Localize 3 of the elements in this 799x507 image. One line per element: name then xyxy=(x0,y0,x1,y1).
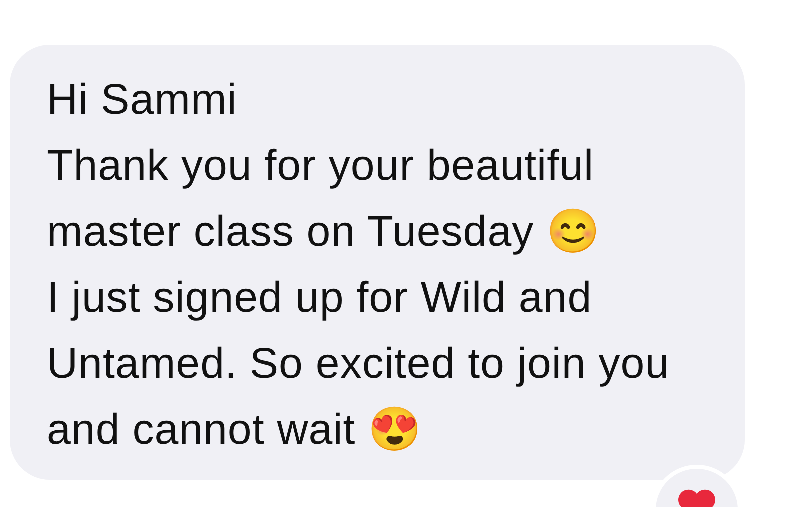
message-text: Thank you for your beautiful master class on Tuesday 😊 xyxy=(47,141,602,258)
message-text: I just signed up for Wild and Untamed. So excited to join you and cannot wait 😍 xyxy=(47,273,671,456)
message-text: Hi Sammi xyxy=(47,75,238,126)
